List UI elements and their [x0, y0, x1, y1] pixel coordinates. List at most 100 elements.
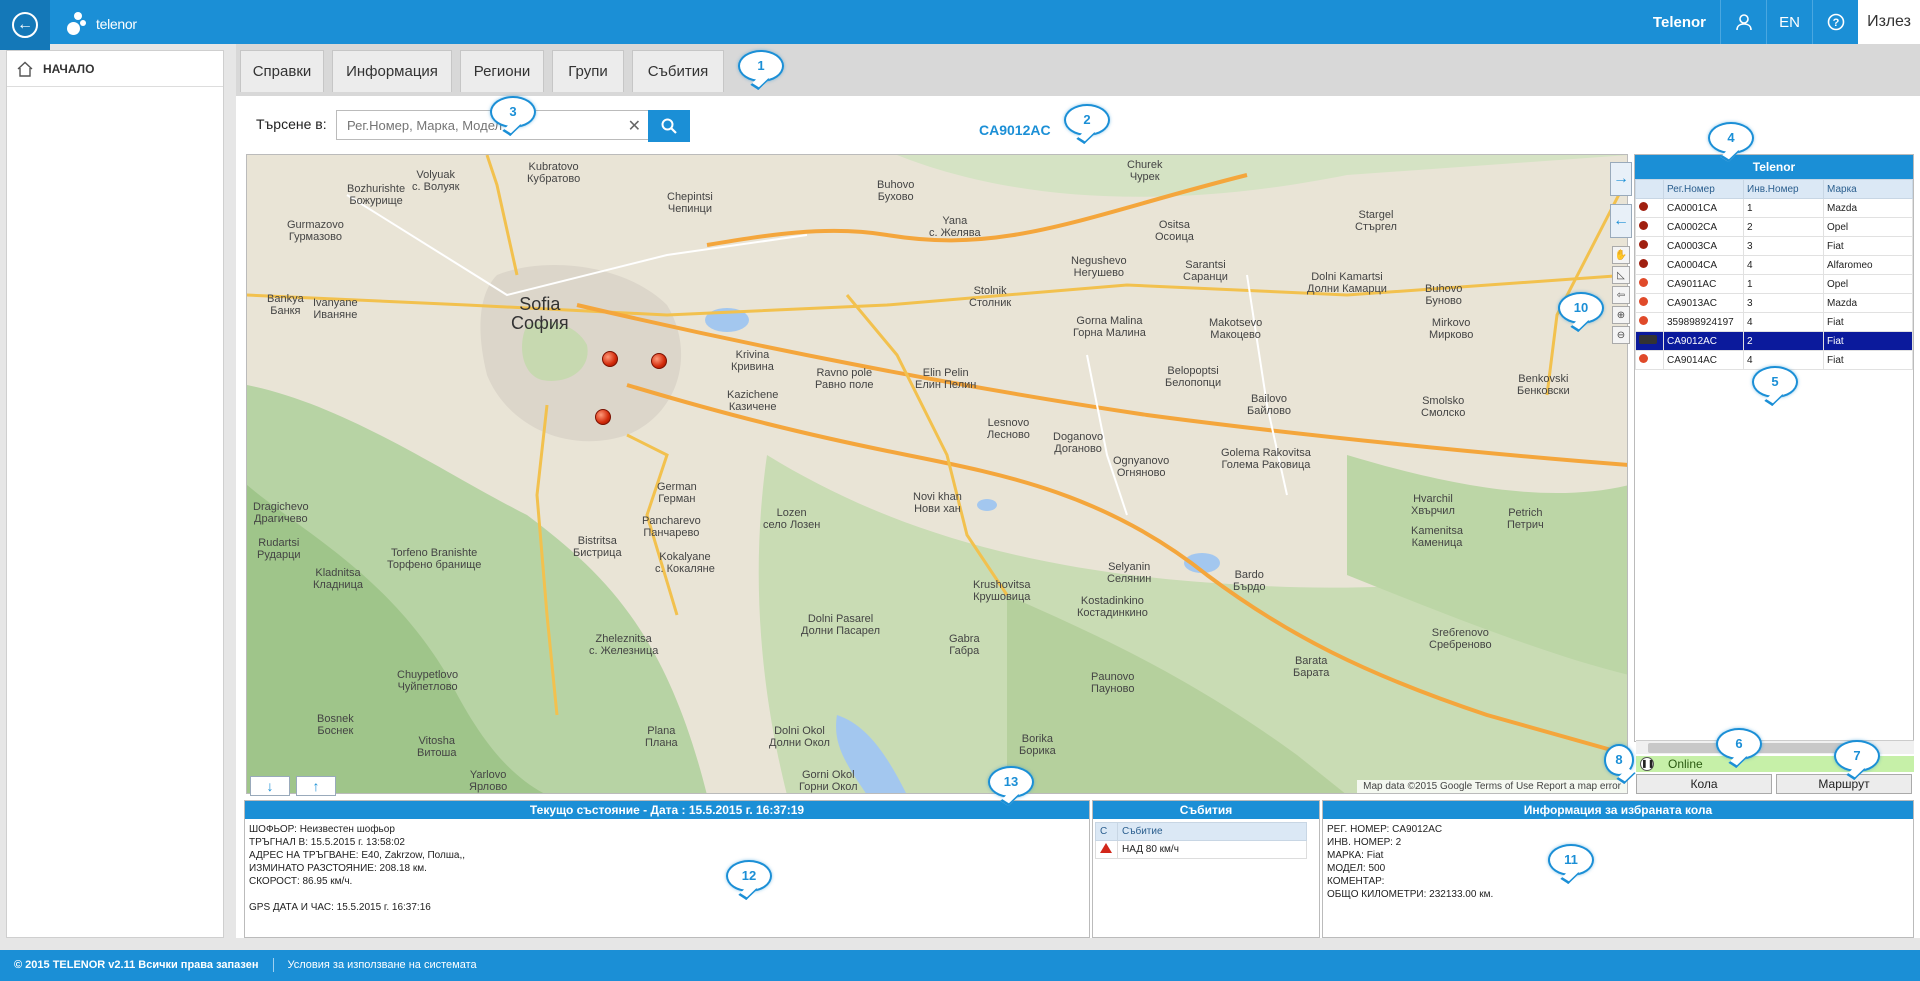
arrow-down-button[interactable]: ↓ [250, 776, 290, 796]
table-row[interactable]: 359898924197 4 Fiat [1635, 312, 1913, 332]
arrow-up-icon: ↑ [312, 778, 320, 794]
map-label: Mirkovo Мирково [1429, 317, 1474, 341]
pan-hand-button[interactable]: ✋ [1612, 246, 1630, 264]
table-row[interactable]: CA0001CA 1 Mazda [1635, 198, 1913, 218]
table-row[interactable]: CA9011AC 1 Opel [1635, 274, 1913, 294]
status-dot-icon [1639, 202, 1648, 211]
field-label: ИЗМИНАТО РАЗСТОЯНИЕ: [249, 863, 377, 874]
measure-button[interactable]: ◺ [1612, 266, 1630, 284]
reg-cell: CA0001CA [1663, 198, 1744, 218]
back-view-button[interactable]: ⇦ [1612, 286, 1630, 304]
tab-bar: Справки Информация Региони Групи Събития [236, 44, 1920, 96]
help-button[interactable]: ? [1812, 0, 1858, 44]
table-row-selected[interactable]: CA9012AC 2 Fiat [1635, 331, 1913, 351]
inv-cell: 1 [1743, 198, 1824, 218]
inv-row: ИНВ. НОМЕР: 2 [1323, 836, 1913, 849]
map-label: Benkovski Бенковски [1517, 373, 1570, 397]
pause-icon[interactable]: ❚❚ [1640, 757, 1654, 771]
vehicle-marker[interactable] [602, 351, 618, 367]
table-row[interactable]: CA0004CA 4 Alfaromeo [1635, 255, 1913, 275]
tab-reports[interactable]: Справки [240, 50, 324, 92]
vehicle-marker[interactable] [595, 409, 611, 425]
field-label: СКОРОСТ: [249, 876, 300, 887]
map-label: Elin Pelin Елин Пелин [915, 367, 977, 391]
field-value: E40, Zakrzow, Полша,, [361, 850, 466, 861]
map-label: Ivanyane Иваняне [313, 297, 358, 321]
map-tools: → ← ✋ ◺ ⇦ ⊕ ⊖ [1610, 162, 1632, 346]
column-header[interactable]: Събитие [1117, 822, 1307, 841]
vehicle-marker[interactable] [651, 353, 667, 369]
map-view[interactable]: Kubratovo Кубратово Chepintsi Чепинци Bu… [246, 154, 1628, 794]
field-value: 232133.00 км. [1429, 889, 1494, 900]
search-input[interactable] [337, 111, 617, 139]
search-button[interactable] [648, 110, 690, 142]
events-panel: Събития С Събитие НАД 80 км/ч [1092, 800, 1320, 938]
map-attribution[interactable]: Map data ©2015 Google Terms of Use Repor… [1357, 780, 1627, 793]
back-button[interactable]: ← [0, 0, 50, 50]
route-button[interactable]: Маршрут [1776, 774, 1912, 794]
tab-regions[interactable]: Региони [460, 50, 544, 92]
zoom-out-button[interactable]: ⊖ [1612, 326, 1630, 344]
tab-events[interactable]: Събития [632, 50, 724, 92]
reg-cell: CA9012AC [1663, 331, 1744, 351]
account-name: Telenor [1652, 13, 1706, 31]
svg-text:?: ? [1832, 17, 1839, 29]
hand-icon: ✋ [1614, 249, 1628, 261]
arrow-left-icon: ← [1613, 212, 1629, 229]
vehicle-list-panel: Telenor Рег.Номер Инв.Номер Марка CA0001… [1634, 154, 1914, 742]
reg-cell: CA9011AC [1663, 274, 1744, 294]
distance-row: ИЗМИНАТО РАЗСТОЯНИЕ: 208.18 км. [245, 862, 1089, 875]
km-row: ОБЩО КИЛОМЕТРИ: 232133.00 км. [1323, 888, 1913, 901]
zoom-in-button[interactable]: ⊕ [1612, 306, 1630, 324]
collapse-left-button[interactable]: ← [1610, 204, 1632, 238]
sidebar-item-home[interactable]: НАЧАЛО [7, 51, 223, 87]
reg-row: РЕГ. НОМЕР: CA9012AC [1323, 823, 1913, 836]
table-row[interactable]: CA0003CA 3 Fiat [1635, 236, 1913, 256]
user-profile-button[interactable] [1720, 0, 1766, 44]
map-label: Gorni Okol Горни Окол [799, 769, 858, 793]
current-status-panel: Текущо състояние - Дата : 15.5.2015 г. 1… [244, 800, 1090, 938]
callout-marker: 8 [1604, 744, 1634, 776]
inv-cell: 4 [1743, 312, 1824, 332]
map-label: Kostadinkino Костадинкино [1077, 595, 1148, 619]
comment-row: КОМЕНТАР: [1323, 875, 1913, 888]
column-header[interactable]: Рег.Номер [1663, 179, 1744, 199]
column-header[interactable]: С [1095, 822, 1118, 841]
field-value: Fiat [1366, 850, 1384, 861]
make-cell: Mazda [1823, 198, 1913, 218]
status-dot-icon [1639, 221, 1648, 230]
map-label: Kazichene Казичене [727, 389, 779, 413]
map-label: Rudartsi Рударци [257, 537, 301, 561]
tab-information[interactable]: Информация [332, 50, 452, 92]
table-row[interactable]: CA0002CA 2 Opel [1635, 217, 1913, 237]
callout-marker: 1 [738, 50, 784, 82]
field-label: ОБЩО КИЛОМЕТРИ: [1327, 889, 1427, 900]
terms-link[interactable]: Условия за използване на системата [288, 959, 477, 971]
zoom-out-icon: ⊖ [1616, 329, 1626, 341]
warning-icon [1100, 843, 1112, 853]
clear-search-icon[interactable]: ✕ [628, 116, 641, 136]
callout-marker: 3 [490, 96, 536, 128]
car-button[interactable]: Кола [1636, 774, 1772, 794]
make-cell: Fiat [1823, 350, 1913, 370]
column-header[interactable]: Инв.Номер [1743, 179, 1824, 199]
tab-groups[interactable]: Групи [552, 50, 624, 92]
departed-row: ТРЪГНАЛ В: 15.5.2015 г. 13:58:02 [245, 836, 1089, 849]
inv-cell: 1 [1743, 274, 1824, 294]
table-row[interactable]: CA9013AC 3 Mazda [1635, 293, 1913, 313]
arrow-up-button[interactable]: ↑ [296, 776, 336, 796]
table-row[interactable]: НАД 80 км/ч [1095, 840, 1307, 859]
make-cell: Opel [1823, 217, 1913, 237]
inv-cell: 2 [1743, 217, 1824, 237]
callout-marker: 7 [1834, 740, 1880, 772]
model-row: МОДЕЛ: 500 [1323, 862, 1913, 875]
column-header[interactable]: Марка [1823, 179, 1913, 199]
map-label: Sreбrenovo Сребреново [1429, 627, 1492, 651]
exit-button[interactable]: Излез [1858, 0, 1920, 44]
sidebar: НАЧАЛО [6, 50, 224, 938]
expand-right-button[interactable]: → [1610, 162, 1632, 196]
language-switch[interactable]: EN [1766, 0, 1812, 44]
map-label: Paunovo Пауново [1091, 671, 1135, 695]
callout-marker: 11 [1548, 844, 1594, 876]
map-arrow-controls: ↓ ↑ [250, 776, 336, 796]
